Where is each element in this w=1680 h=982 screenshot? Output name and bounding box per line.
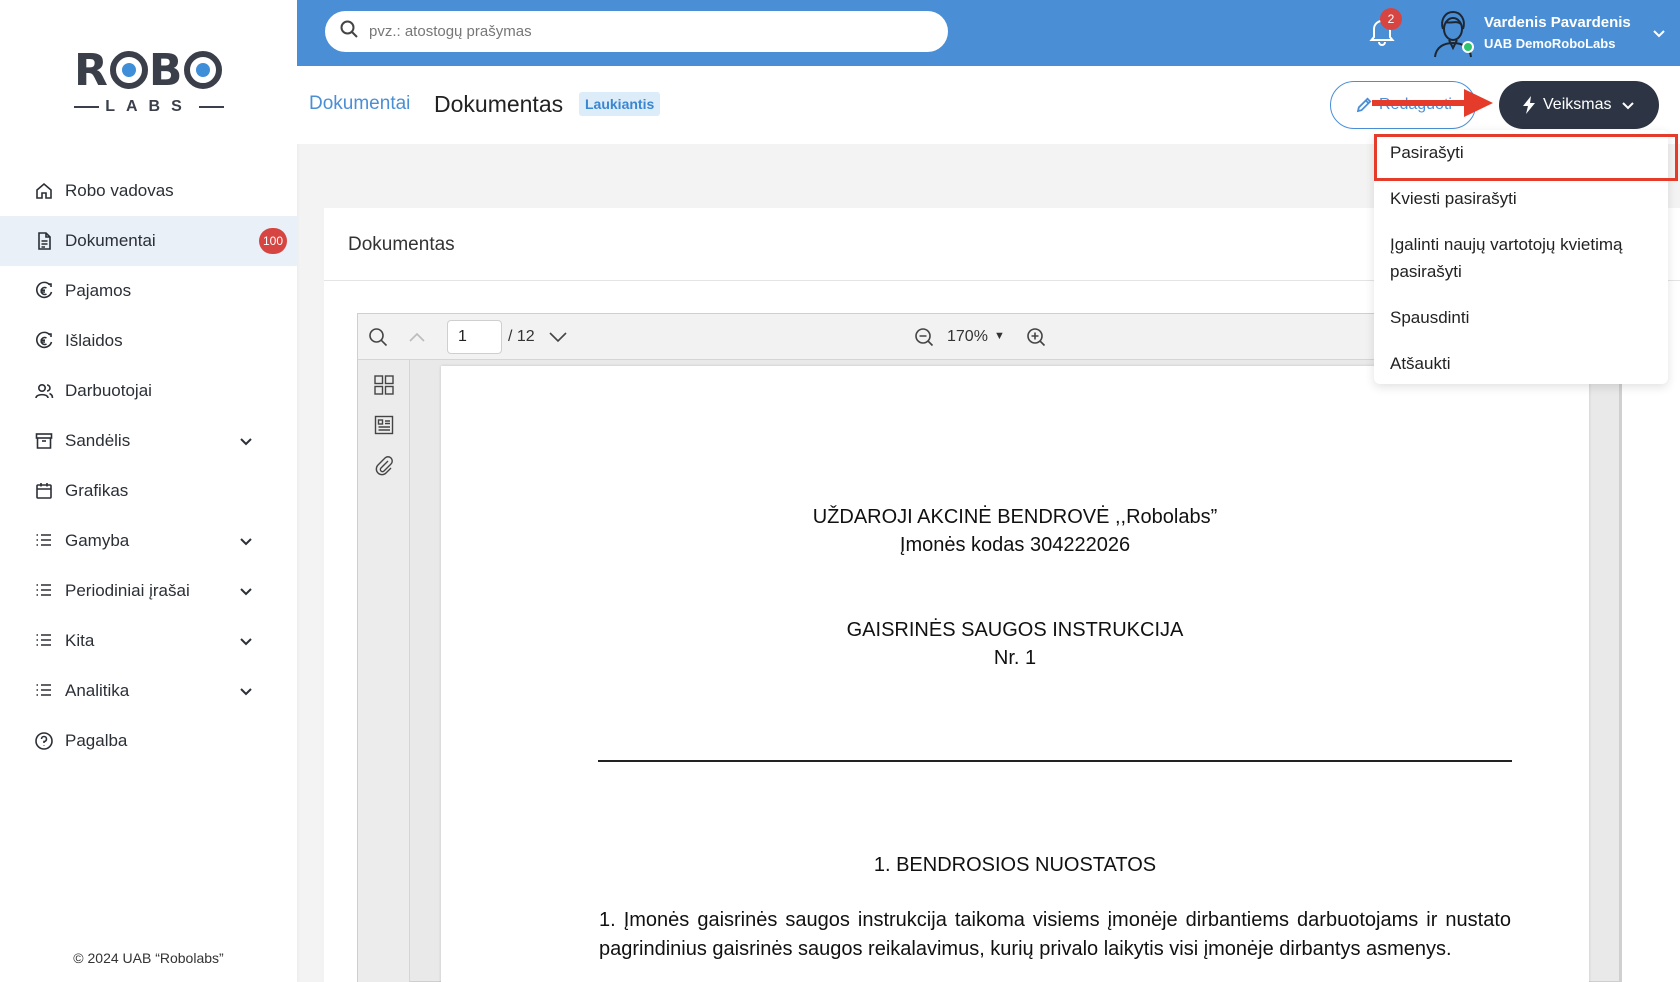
sidebar-item-pagalba[interactable]: Pagalba <box>0 716 297 766</box>
sidebar-item-label: Dokumentai <box>65 231 156 250</box>
sidebar-item-grafikas[interactable]: Grafikas <box>0 466 297 516</box>
previous-page-icon[interactable] <box>407 327 427 347</box>
thumbnails-icon[interactable] <box>373 374 395 396</box>
document-separator <box>598 760 1512 762</box>
online-status-indicator <box>1462 41 1474 53</box>
copyright-text: © 2024 UAB “Robolabs” <box>73 950 224 966</box>
document-title: GAISRINĖS SAUGOS INSTRUKCIJA <box>846 619 1184 641</box>
help-icon <box>34 731 54 751</box>
document-company-line: UŽDAROJI AKCINĖ BENDROVĖ ,,Robolabs” <box>812 506 1218 528</box>
page-total: / 12 <box>508 328 535 345</box>
status-badge: Laukiantis <box>579 92 661 116</box>
document-code-line: Įmonės kodas 304222026 <box>899 534 1131 556</box>
archive-icon <box>34 431 54 451</box>
pdf-page: UŽDAROJI AKCINĖ BENDROVĖ ,,Robolabs” Įmo… <box>441 366 1589 982</box>
chevron-down-icon <box>239 633 253 647</box>
logo-wordmark: RB <box>74 44 224 96</box>
chevron-down-icon <box>239 683 253 697</box>
red-arrow-annotation <box>1372 89 1493 117</box>
sidebar-item-dokumentai[interactable]: Dokumentai 100 <box>0 216 297 266</box>
chevron-down-icon <box>239 533 253 547</box>
zoom-out-icon[interactable] <box>914 327 934 347</box>
sidebar-item-islaidos[interactable]: Išlaidos <box>0 316 297 366</box>
list-icon <box>34 581 54 601</box>
document-icon <box>34 231 54 251</box>
document-number: Nr. 1 <box>993 647 1037 669</box>
menu-item-enable-new-user-invite[interactable]: Įgalinti naujų vartotojų kvietimą <box>1390 231 1622 258</box>
list-icon <box>34 681 54 701</box>
sidebar-item-label: Periodiniai įrašai <box>65 581 190 600</box>
sidebar-item-kita[interactable]: Kita <box>0 616 297 666</box>
chevron-down-icon <box>239 433 253 447</box>
sidebar-item-label: Robo vadovas <box>65 181 174 200</box>
menu-item-cancel[interactable]: Atšaukti <box>1390 350 1450 377</box>
zoom-dropdown-icon[interactable]: ▼ <box>994 330 1005 342</box>
paperclip-icon[interactable] <box>373 454 395 476</box>
zoom-in-icon[interactable] <box>1026 327 1046 347</box>
search-input[interactable] <box>369 23 929 40</box>
search-icon[interactable] <box>368 327 388 347</box>
robolabs-logo[interactable]: RB LABS <box>74 44 224 118</box>
sidebar-nav: Robo vadovas Dokumentai 100 Pajamos Išla… <box>0 166 297 766</box>
notification-count-badge: 2 <box>1380 8 1402 30</box>
document-paragraph: 1. Įmonės gaisrinės saugos instrukcija t… <box>599 909 1511 960</box>
pdf-scrollbar[interactable] <box>1620 360 1622 982</box>
sidebar-item-label: Grafikas <box>65 481 129 500</box>
sidebar-item-pajamos[interactable]: Pajamos <box>0 266 297 316</box>
sign-highlight-box <box>1374 134 1678 181</box>
sidebar-item-label: Analitika <box>65 681 130 700</box>
calendar-icon <box>34 481 54 501</box>
list-icon <box>34 631 54 651</box>
users-icon <box>34 381 54 401</box>
outline-icon[interactable] <box>373 414 395 436</box>
sidebar-item-darbuotojai[interactable]: Darbuotojai <box>0 366 297 416</box>
sidebar: RB LABS Robo vadovas Dokumentai 100 Paja… <box>0 0 297 982</box>
action-button-label: Veiksmas <box>1543 96 1612 113</box>
chevron-down-icon <box>1622 102 1635 110</box>
pdf-viewer: / 12 170% ▼ UŽDAROJI AKCINĖ BENDROVĖ ,,R… <box>357 313 1622 982</box>
sidebar-item-label: Pagalba <box>65 731 128 750</box>
page-number-input[interactable] <box>447 320 502 354</box>
top-bar: 2 Vardenis Pavardenis UAB DemoRoboLabs <box>297 0 1680 66</box>
list-icon <box>34 531 54 551</box>
search-icon <box>339 19 359 44</box>
chevron-down-icon <box>239 583 253 597</box>
sidebar-item-robo-vadovas[interactable]: Robo vadovas <box>0 166 297 216</box>
logo-subtitle: LABS <box>105 98 193 115</box>
menu-item-invite-to-sign[interactable]: Kviesti pasirašyti <box>1390 185 1517 212</box>
next-page-icon[interactable] <box>548 327 568 347</box>
menu-item-enable-new-user-invite-cont[interactable]: pasirašyti <box>1390 258 1462 285</box>
breadcrumb-documents-link[interactable]: Dokumentai <box>309 93 410 115</box>
sidebar-item-label: Išlaidos <box>65 331 123 350</box>
expenses-icon <box>34 331 54 351</box>
home-icon <box>34 181 54 201</box>
menu-item-print[interactable]: Spausdinti <box>1390 304 1469 331</box>
sidebar-item-analitika[interactable]: Analitika <box>0 666 297 716</box>
documents-count-badge: 100 <box>258 228 287 254</box>
action-button[interactable]: Veiksmas <box>1499 81 1659 129</box>
document-section-heading: 1. BENDROSIOS NUOSTATOS <box>873 854 1157 876</box>
lightning-icon <box>1523 96 1535 114</box>
sidebar-item-label: Kita <box>65 631 95 650</box>
pencil-icon <box>1356 97 1372 113</box>
zoom-level[interactable]: 170% <box>947 328 988 346</box>
sidebar-item-gamyba[interactable]: Gamyba <box>0 516 297 566</box>
sidebar-item-label: Sandėlis <box>65 431 131 450</box>
sidebar-item-sandelis[interactable]: Sandėlis <box>0 416 297 466</box>
chevron-down-icon[interactable] <box>1652 26 1666 40</box>
card-title: Dokumentas <box>348 234 455 255</box>
income-icon <box>34 281 54 301</box>
pdf-sidebar <box>358 360 410 982</box>
sidebar-item-label: Gamyba <box>65 531 130 550</box>
user-company[interactable]: UAB DemoRoboLabs <box>1484 36 1615 51</box>
sidebar-item-periodiniai-irasai[interactable]: Periodiniai įrašai <box>0 566 297 616</box>
sidebar-item-label: Pajamos <box>65 281 132 300</box>
sidebar-item-label: Darbuotojai <box>65 381 152 400</box>
user-name[interactable]: Vardenis Pavardenis <box>1484 14 1631 31</box>
page-title: Dokumentas <box>434 91 564 117</box>
search-box[interactable] <box>325 11 948 52</box>
